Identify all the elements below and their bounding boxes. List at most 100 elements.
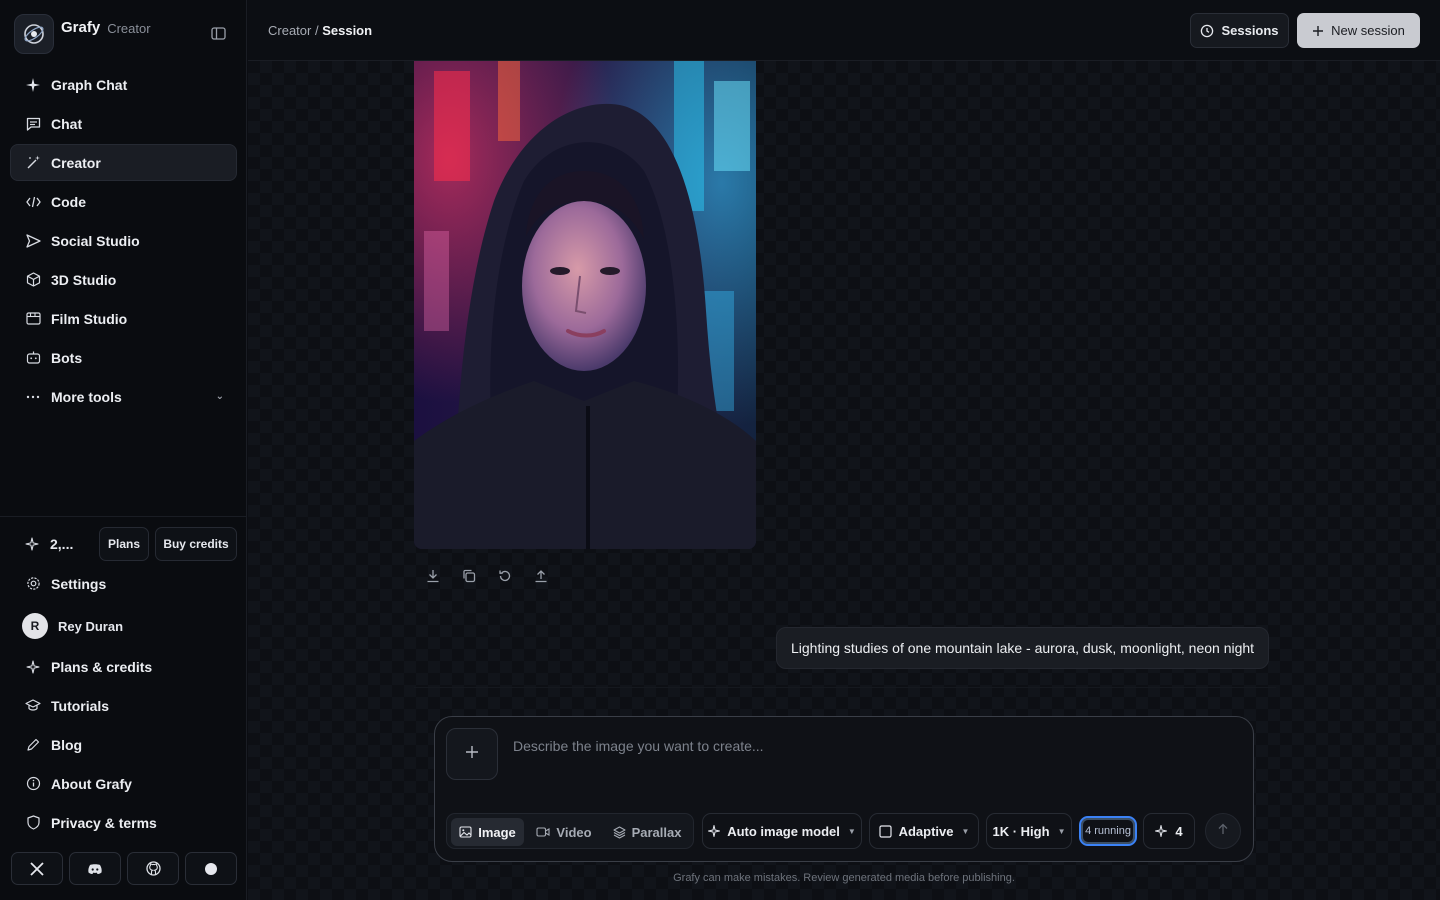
sidebar: Grafy Creator Graph Chat Chat Creator Co… <box>0 0 247 900</box>
sidebar-item-label: About Grafy <box>51 775 132 792</box>
mode-image-tab[interactable]: Image <box>451 818 524 846</box>
layers-icon <box>613 825 626 839</box>
sidebar-collapse-icon[interactable] <box>211 27 226 40</box>
prompt-input[interactable] <box>511 737 1215 755</box>
sidebar-item-plans-credits[interactable]: Plans & credits <box>10 648 237 685</box>
running-jobs-badge[interactable]: 4 running <box>1079 816 1137 846</box>
plus-icon <box>465 745 479 764</box>
image-count-select[interactable]: 4 <box>1143 813 1195 849</box>
sparkle-icon <box>25 77 41 93</box>
prompt-composer: Image Video Parallax Auto image model ▼ … <box>434 716 1254 862</box>
new-session-label: New session <box>1331 23 1405 38</box>
sidebar-item-social-studio[interactable]: Social Studio <box>10 222 237 259</box>
regenerate-icon[interactable] <box>496 567 514 585</box>
plans-button[interactable]: Plans <box>99 527 149 561</box>
sidebar-item-blog[interactable]: Blog <box>10 726 237 763</box>
brand[interactable]: Grafy Creator <box>14 14 151 54</box>
sparkle-icon <box>24 536 40 552</box>
sidebar-item-label: 3D Studio <box>51 271 117 288</box>
send-button[interactable] <box>1205 813 1241 849</box>
sidebar-item-privacy[interactable]: Privacy & terms <box>10 804 237 841</box>
sparkle-icon <box>708 825 721 837</box>
sidebar-item-label: More tools <box>51 388 122 405</box>
quality-select[interactable]: 1K · High ▼ <box>986 813 1072 849</box>
share-icon[interactable] <box>532 567 550 585</box>
sidebar-item-creator[interactable]: Creator <box>10 144 237 181</box>
sessions-button[interactable]: Sessions <box>1190 13 1289 48</box>
social-links <box>11 852 237 885</box>
discord-icon[interactable] <box>69 852 121 885</box>
sidebar-item-tutorials[interactable]: Tutorials <box>10 687 237 724</box>
breadcrumb-separator: / <box>311 23 323 38</box>
code-icon <box>25 194 41 210</box>
sidebar-item-label: Plans & credits <box>51 658 153 675</box>
info-icon <box>25 776 41 792</box>
aspect-label: Adaptive <box>898 823 954 839</box>
mode-switcher: Image Video Parallax <box>446 813 694 849</box>
model-label: Auto image model <box>727 823 840 839</box>
image-count: 4 <box>1175 823 1183 839</box>
sidebar-item-label: Blog <box>51 736 83 753</box>
sidebar-item-about[interactable]: About Grafy <box>10 765 237 802</box>
copy-icon[interactable] <box>460 567 478 585</box>
mode-label: Parallax <box>631 824 682 840</box>
ellipsis-icon <box>25 389 41 405</box>
generated-image[interactable] <box>414 61 756 549</box>
sidebar-item-label: Social Studio <box>51 232 140 249</box>
magic-wand-icon <box>25 155 41 171</box>
sidebar-item-label: Bots <box>51 349 83 366</box>
gear-icon <box>25 576 41 592</box>
history-icon <box>1200 24 1214 38</box>
sparkle-icon <box>1155 825 1168 837</box>
sidebar-item-bots[interactable]: Bots <box>10 339 237 376</box>
mode-label: Video <box>556 824 592 840</box>
new-session-button[interactable]: New session <box>1297 13 1420 48</box>
caret-down-icon: ▼ <box>847 826 856 836</box>
chevron-down-icon: ⌄ <box>215 391 224 402</box>
top-bar: Creator / Session Sessions New session <box>248 0 1440 61</box>
video-icon <box>536 827 550 837</box>
sidebar-divider <box>0 516 247 517</box>
circle-icon[interactable] <box>185 852 237 885</box>
arrow-up-icon <box>1217 822 1229 840</box>
sidebar-item-chat[interactable]: Chat <box>10 105 237 142</box>
sidebar-item-label: Film Studio <box>51 310 128 327</box>
quality-label: 1K · High <box>992 823 1050 839</box>
bot-icon <box>25 350 41 366</box>
sidebar-item-label: Creator <box>51 154 101 171</box>
user-profile[interactable]: R Rey Duran <box>10 604 237 648</box>
caret-down-icon: ▼ <box>1057 826 1066 836</box>
user-name: Rey Duran <box>58 618 124 634</box>
square-icon <box>878 824 892 838</box>
model-select[interactable]: Auto image model ▼ <box>702 813 862 849</box>
x-icon[interactable] <box>11 852 63 885</box>
buy-credits-button[interactable]: Buy credits <box>155 527 237 561</box>
breadcrumb-current: Session <box>322 23 373 38</box>
main-nav: Graph Chat Chat Creator Code Social Stud… <box>10 66 237 417</box>
breadcrumb-parent[interactable]: Creator <box>268 23 311 38</box>
send-icon <box>25 233 41 249</box>
sidebar-item-label: Chat <box>51 115 83 132</box>
github-icon[interactable] <box>127 852 179 885</box>
sidebar-item-label: Graph Chat <box>51 76 128 93</box>
credits-row: 2,... Plans Buy credits <box>10 526 237 562</box>
sidebar-item-film-studio[interactable]: Film Studio <box>10 300 237 337</box>
breadcrumb: Creator / Session <box>268 23 372 38</box>
sidebar-item-settings[interactable]: Settings <box>10 565 237 602</box>
download-icon[interactable] <box>424 567 442 585</box>
cube-icon <box>25 272 41 288</box>
attach-button[interactable] <box>446 728 498 780</box>
film-icon <box>25 311 41 327</box>
sidebar-item-label: Settings <box>51 575 107 592</box>
divider <box>414 687 1276 688</box>
sidebar-item-code[interactable]: Code <box>10 183 237 220</box>
aspect-select[interactable]: Adaptive ▼ <box>869 813 979 849</box>
sidebar-item-graph-chat[interactable]: Graph Chat <box>10 66 237 103</box>
sidebar-item-more-tools[interactable]: More tools ⌄ <box>10 378 237 415</box>
mode-video-tab[interactable]: Video <box>528 818 600 846</box>
session-canvas: Lighting studies of one mountain lake - … <box>248 61 1440 900</box>
sidebar-item-label: Privacy & terms <box>51 814 157 831</box>
sparkle-icon <box>25 659 41 675</box>
sidebar-item-3d-studio[interactable]: 3D Studio <box>10 261 237 298</box>
mode-parallax-tab[interactable]: Parallax <box>604 818 690 846</box>
